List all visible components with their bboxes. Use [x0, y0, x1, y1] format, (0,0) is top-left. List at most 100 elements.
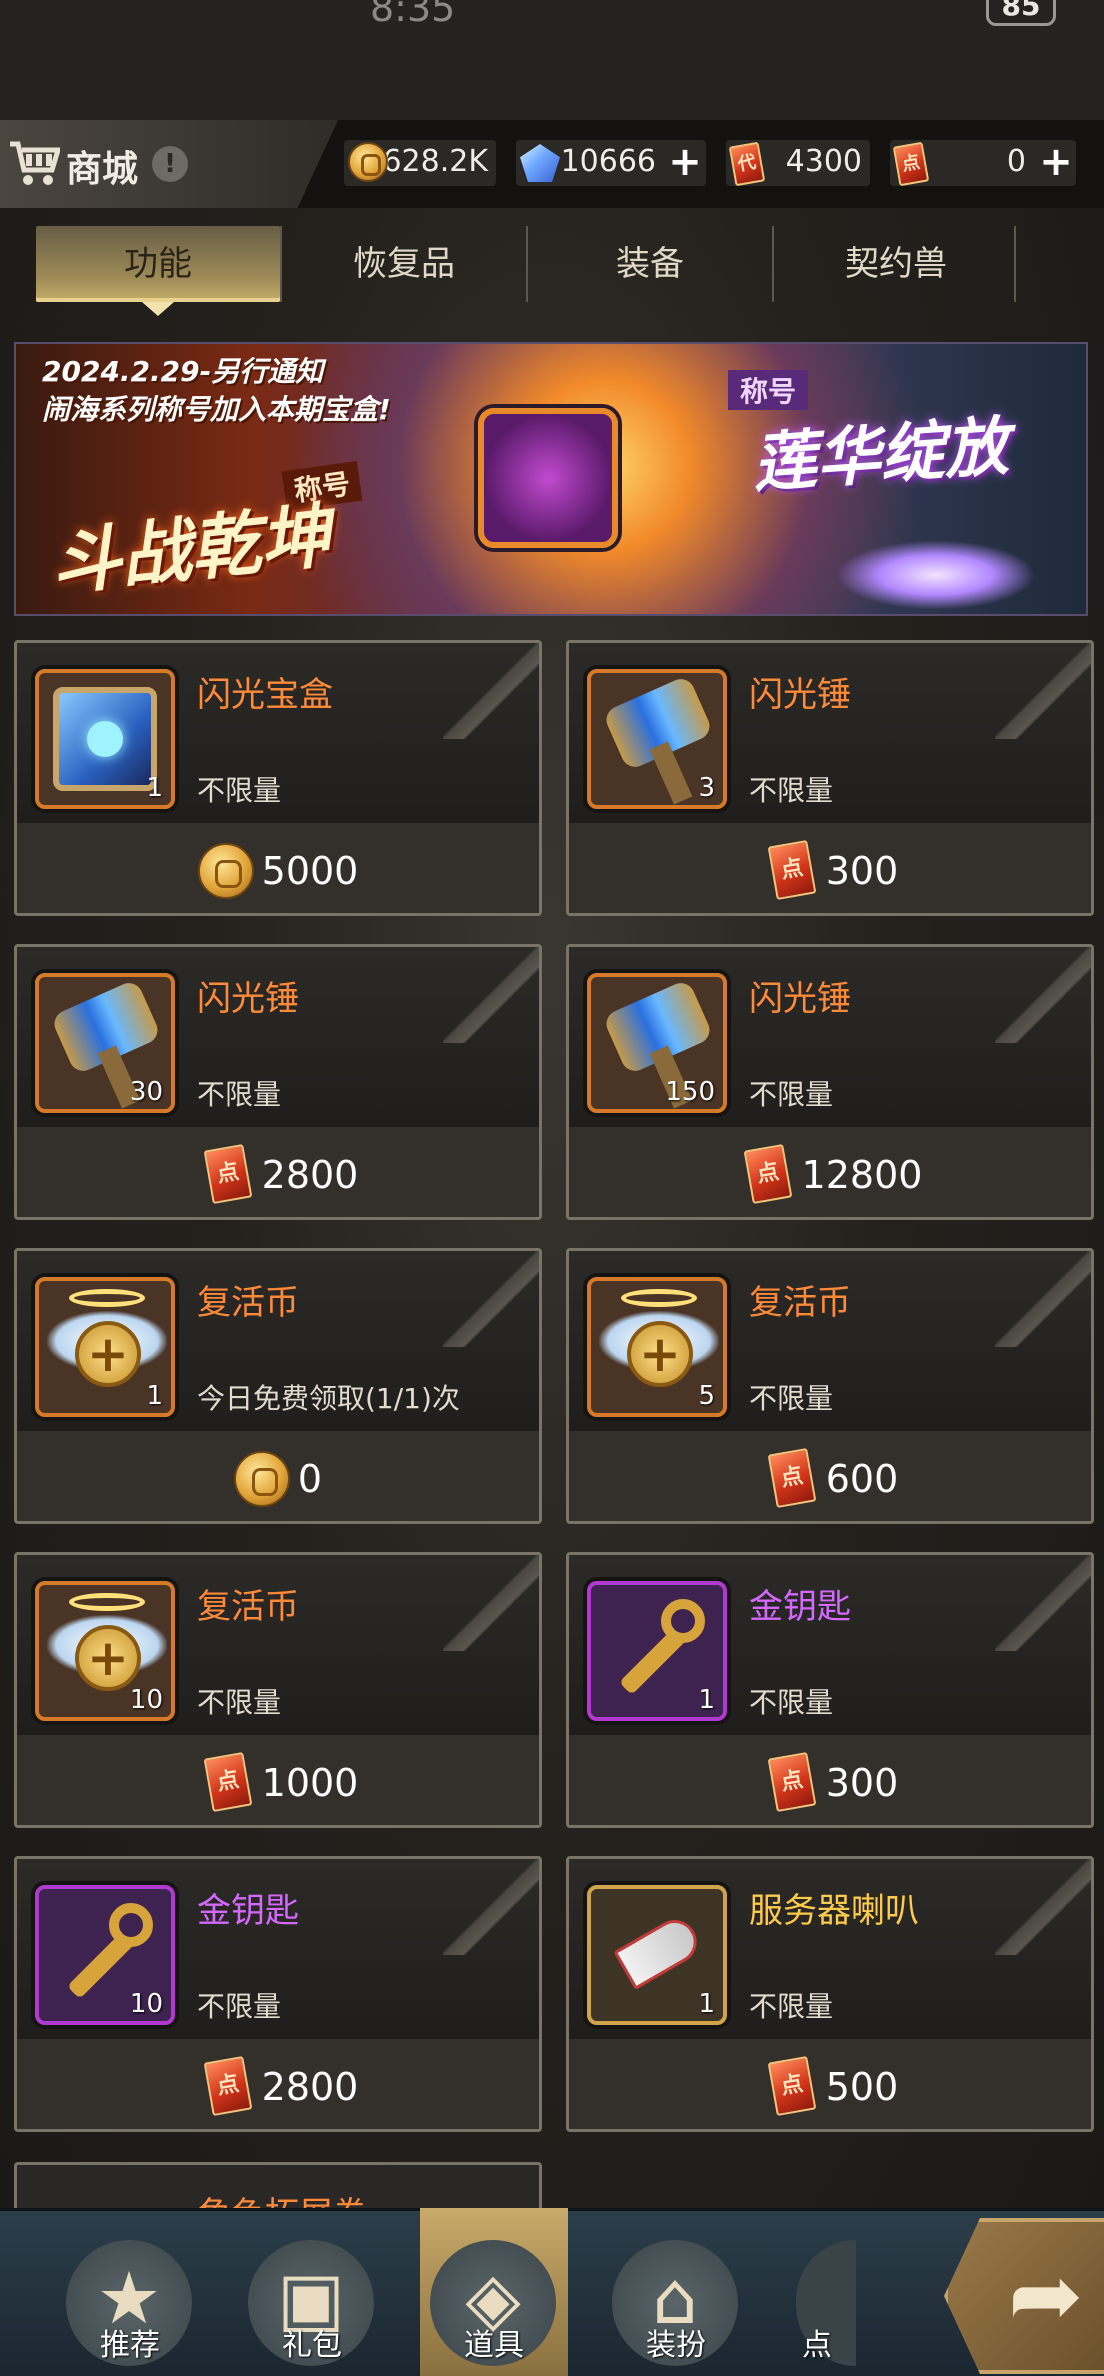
item-price-button[interactable]: 点 12800	[569, 1127, 1091, 1217]
tab-divider	[1014, 226, 1016, 302]
nav-point-ticket-label: 点	[802, 2328, 832, 2363]
banner-title-left: 斗战乾坤	[47, 494, 335, 606]
point-ticket-icon: 点	[743, 1143, 792, 1205]
nav-outfit-label: 装扮	[646, 2328, 706, 2363]
item-price-button[interactable]: 点 300	[569, 823, 1091, 913]
item-price-button[interactable]: 点 2800	[17, 1127, 539, 1217]
item-name: 金钥匙	[197, 1891, 299, 1931]
gold-coin-icon	[348, 142, 388, 182]
item-price-button[interactable]: 5000	[17, 823, 539, 913]
info-icon[interactable]: !	[152, 146, 188, 182]
item-quantity: 1	[146, 773, 163, 803]
item-price: 300	[825, 1761, 899, 1805]
item-price: 600	[825, 1457, 899, 1501]
point-ticket-icon: 点	[767, 2055, 817, 2117]
key-head	[661, 1599, 705, 1643]
item-price: 2800	[261, 1153, 359, 1197]
tab-equipment[interactable]: 装备	[528, 226, 772, 302]
title-emblem-icon	[478, 408, 618, 548]
item-icon-slot: 1	[35, 669, 175, 809]
item-price: 0	[297, 1457, 323, 1501]
item-quantity: 30	[129, 1077, 163, 1107]
gold-amount: 628.2K	[382, 144, 488, 179]
item-card[interactable]: 3 闪光锤 不限量点 300	[566, 640, 1094, 916]
item-quantity: 10	[129, 1685, 163, 1715]
item-price-button[interactable]: 0	[17, 1431, 539, 1521]
revive-coin-icon: +	[75, 1625, 141, 1691]
item-name: 服务器喇叭	[749, 1891, 919, 1931]
add-point-ticket-button[interactable]: +	[1036, 142, 1076, 183]
item-icon-slot: 10	[35, 1885, 175, 2025]
halo-icon	[621, 1289, 697, 1307]
item-card[interactable]: 1 服务器喇叭不限量点 500	[566, 1856, 1094, 2132]
item-price: 300	[825, 849, 899, 893]
item-price-button[interactable]: 点 1000	[17, 1735, 539, 1825]
item-quantity: 5	[698, 1381, 715, 1411]
item-price-button[interactable]: 点 500	[569, 2039, 1091, 2129]
item-limit: 不限量	[197, 1686, 282, 1719]
item-name: 闪光锤	[749, 675, 851, 715]
banner-subtitle: 闹海系列称号加入本期宝盒!	[42, 393, 391, 426]
shop-screen: 8:35 85 商城 ! 628.2K 10666 + 4300 代 0 点 +…	[0, 0, 1104, 2376]
item-price-button[interactable]: 点 300	[569, 1735, 1091, 1825]
hammer-handle	[649, 741, 693, 805]
nav-items-label: 道具	[464, 2328, 524, 2363]
revive-coin-icon: +	[627, 1321, 693, 1387]
item-card[interactable]: 1 金钥匙 不限量点 300	[566, 1552, 1094, 1828]
item-name: 复活币	[197, 1283, 299, 1323]
item-card[interactable]: 10 金钥匙不限量点 2800	[14, 1856, 542, 2132]
item-limit: 不限量	[749, 1990, 834, 2023]
gold-coin-icon	[233, 1451, 290, 1507]
cart-icon	[10, 141, 60, 185]
point-ticket-icon: 点	[767, 839, 817, 901]
voucher-amount: 4300	[785, 144, 862, 179]
item-name: 金钥匙	[749, 1587, 851, 1627]
status-time: 8:35	[370, 0, 456, 30]
item-icon-slot: +10	[35, 1581, 175, 1721]
item-quantity: 10	[129, 1989, 163, 2019]
item-icon-slot: 1	[587, 1581, 727, 1721]
item-price: 12800	[801, 1153, 923, 1197]
item-price-button[interactable]: 点 2800	[17, 2039, 539, 2129]
item-card[interactable]: +10 复活币 不限量点 1000	[14, 1552, 542, 1828]
item-card[interactable]: 1 闪光宝盒 不限量 5000	[14, 640, 542, 916]
item-price: 5000	[261, 849, 359, 893]
add-crystal-button[interactable]: +	[665, 142, 705, 183]
item-card[interactable]: 30 闪光锤 不限量点 2800	[14, 944, 542, 1220]
item-price: 1000	[261, 1761, 359, 1805]
item-icon-slot: 1	[587, 1885, 727, 2025]
category-tabs: 功能 恢复品 装备 契约兽	[36, 226, 1018, 316]
promo-banner[interactable]: 2024.2.29-另行通知 闹海系列称号加入本期宝盒! 称号 斗战乾坤 称号 …	[14, 342, 1088, 616]
tab-recovery[interactable]: 恢复品	[282, 226, 526, 302]
item-limit: 不限量	[197, 1990, 282, 2023]
banner-date: 2024.2.29-另行通知	[42, 355, 324, 388]
item-limit: 不限量	[197, 1078, 282, 1111]
item-limit: 今日免费领取(1/1)次	[197, 1382, 460, 1415]
item-card[interactable]: +1 复活币 今日免费领取(1/1)次 0	[14, 1248, 542, 1524]
item-icon-slot: 150	[587, 973, 727, 1113]
item-name: 复活币	[749, 1283, 851, 1323]
item-card[interactable]: +5 复活币 不限量点 600	[566, 1248, 1094, 1524]
banner-tag-right: 称号	[728, 370, 809, 410]
flash-box-icon	[53, 687, 157, 791]
battery-icon: 85	[986, 0, 1056, 26]
lotus-decoration	[836, 540, 1036, 610]
tab-function[interactable]: 功能	[36, 226, 280, 316]
halo-icon	[69, 1289, 145, 1307]
gold-coin-icon	[197, 843, 254, 899]
item-price-button[interactable]: 点 600	[569, 1431, 1091, 1521]
point-ticket-icon: 点	[767, 1751, 817, 1813]
tab-contract-beast[interactable]: 契约兽	[774, 226, 1018, 302]
point-ticket-icon: 点	[203, 1143, 253, 1205]
item-limit: 不限量	[749, 774, 834, 807]
banner-title-right: 莲华绽放	[750, 410, 1011, 502]
return-arrow-icon: ➦	[1008, 2243, 1084, 2348]
point-ticket-icon: 点	[203, 2055, 253, 2117]
point-ticket-icon: 点	[203, 1751, 253, 1813]
item-name: 闪光宝盒	[197, 675, 333, 715]
item-icon-slot: +5	[587, 1277, 727, 1417]
revive-coin-icon: +	[75, 1321, 141, 1387]
halo-icon	[69, 1593, 145, 1611]
item-card[interactable]: 150 闪光锤 不限量点 12800	[566, 944, 1094, 1220]
item-icon-slot: 30	[35, 973, 175, 1113]
